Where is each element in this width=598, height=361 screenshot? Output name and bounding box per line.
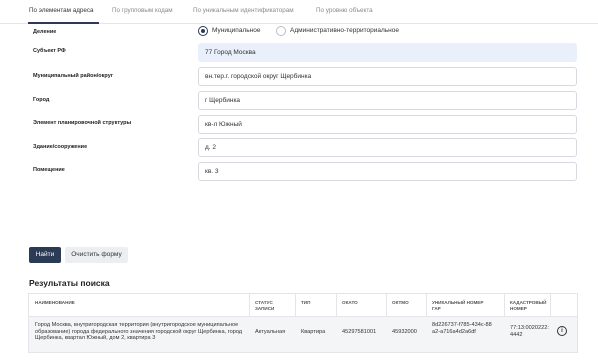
cell-gar: 8d226737-f785-434c-88a2-a716a4d2a6df (432, 322, 492, 335)
premises-field[interactable]: кв. 3 (198, 162, 577, 181)
planning-structure-label: Элемент планировочной структуры (33, 120, 132, 126)
city-label: Город (33, 97, 50, 103)
header-type: Тип (301, 300, 311, 305)
clear-form-button[interactable]: Очистить форму (65, 247, 128, 263)
cell-cadastral: 77:13:0020222:4442 (510, 325, 549, 338)
tab-object-level[interactable]: По уровню объекта (316, 7, 373, 14)
results-table: Наименование Статус записи Тип ОКАТО ОКТ… (28, 293, 578, 353)
planning-structure-field[interactable]: кв-л Южный (198, 115, 577, 134)
tab-address-elements[interactable]: По элементам адреса (29, 7, 94, 14)
city-field[interactable]: г Щербинка (198, 91, 577, 110)
header-name: Наименование (35, 300, 75, 305)
active-tab-indicator (28, 22, 99, 24)
header-okato: ОКАТО (342, 300, 358, 305)
table-row[interactable]: Город Москва, внутригородская территория… (29, 316, 577, 352)
building-label: Здание/сооружение (33, 144, 88, 150)
tab-unique-ids[interactable]: По уникальным идентификаторам (193, 7, 294, 14)
cell-okato: 45297581001 (342, 329, 377, 335)
subject-rf-field[interactable]: 77 Город Москва (198, 43, 577, 62)
info-icon[interactable]: i (557, 326, 567, 336)
municipal-district-label: Муниципальный район/округ (33, 73, 114, 79)
municipal-district-field[interactable]: вн.тер.г. городской округ Щербинка (198, 67, 577, 86)
division-label: Деление (33, 29, 57, 35)
subject-rf-label: Субъект РФ (33, 48, 66, 54)
premises-label: Помещение (33, 167, 65, 173)
building-field[interactable]: д. 2 (198, 138, 577, 157)
header-cadastral: Кадастровый номер (510, 300, 547, 311)
results-title: Результаты поиска (29, 278, 110, 288)
radio-municipal[interactable] (198, 26, 208, 36)
cell-status: Актуальная (255, 329, 286, 335)
radio-administrative[interactable] (276, 26, 286, 36)
radio-administrative-label[interactable]: Административно-территориальное (290, 27, 399, 34)
tab-group-codes[interactable]: По групповым кодам (112, 7, 173, 14)
header-gar: Уникальный номер ГАР (432, 300, 484, 311)
radio-municipal-label[interactable]: Муниципальное (212, 27, 260, 34)
header-status: Статус записи (255, 300, 275, 311)
cell-oktmo: 45932000 (392, 329, 417, 335)
cell-name: Город Москва, внутригородская территория… (35, 322, 243, 342)
tab-bar: По элементам адреса По групповым кодам П… (0, 0, 598, 24)
find-button[interactable]: Найти (29, 247, 61, 263)
cell-type: Квартира (301, 329, 326, 335)
